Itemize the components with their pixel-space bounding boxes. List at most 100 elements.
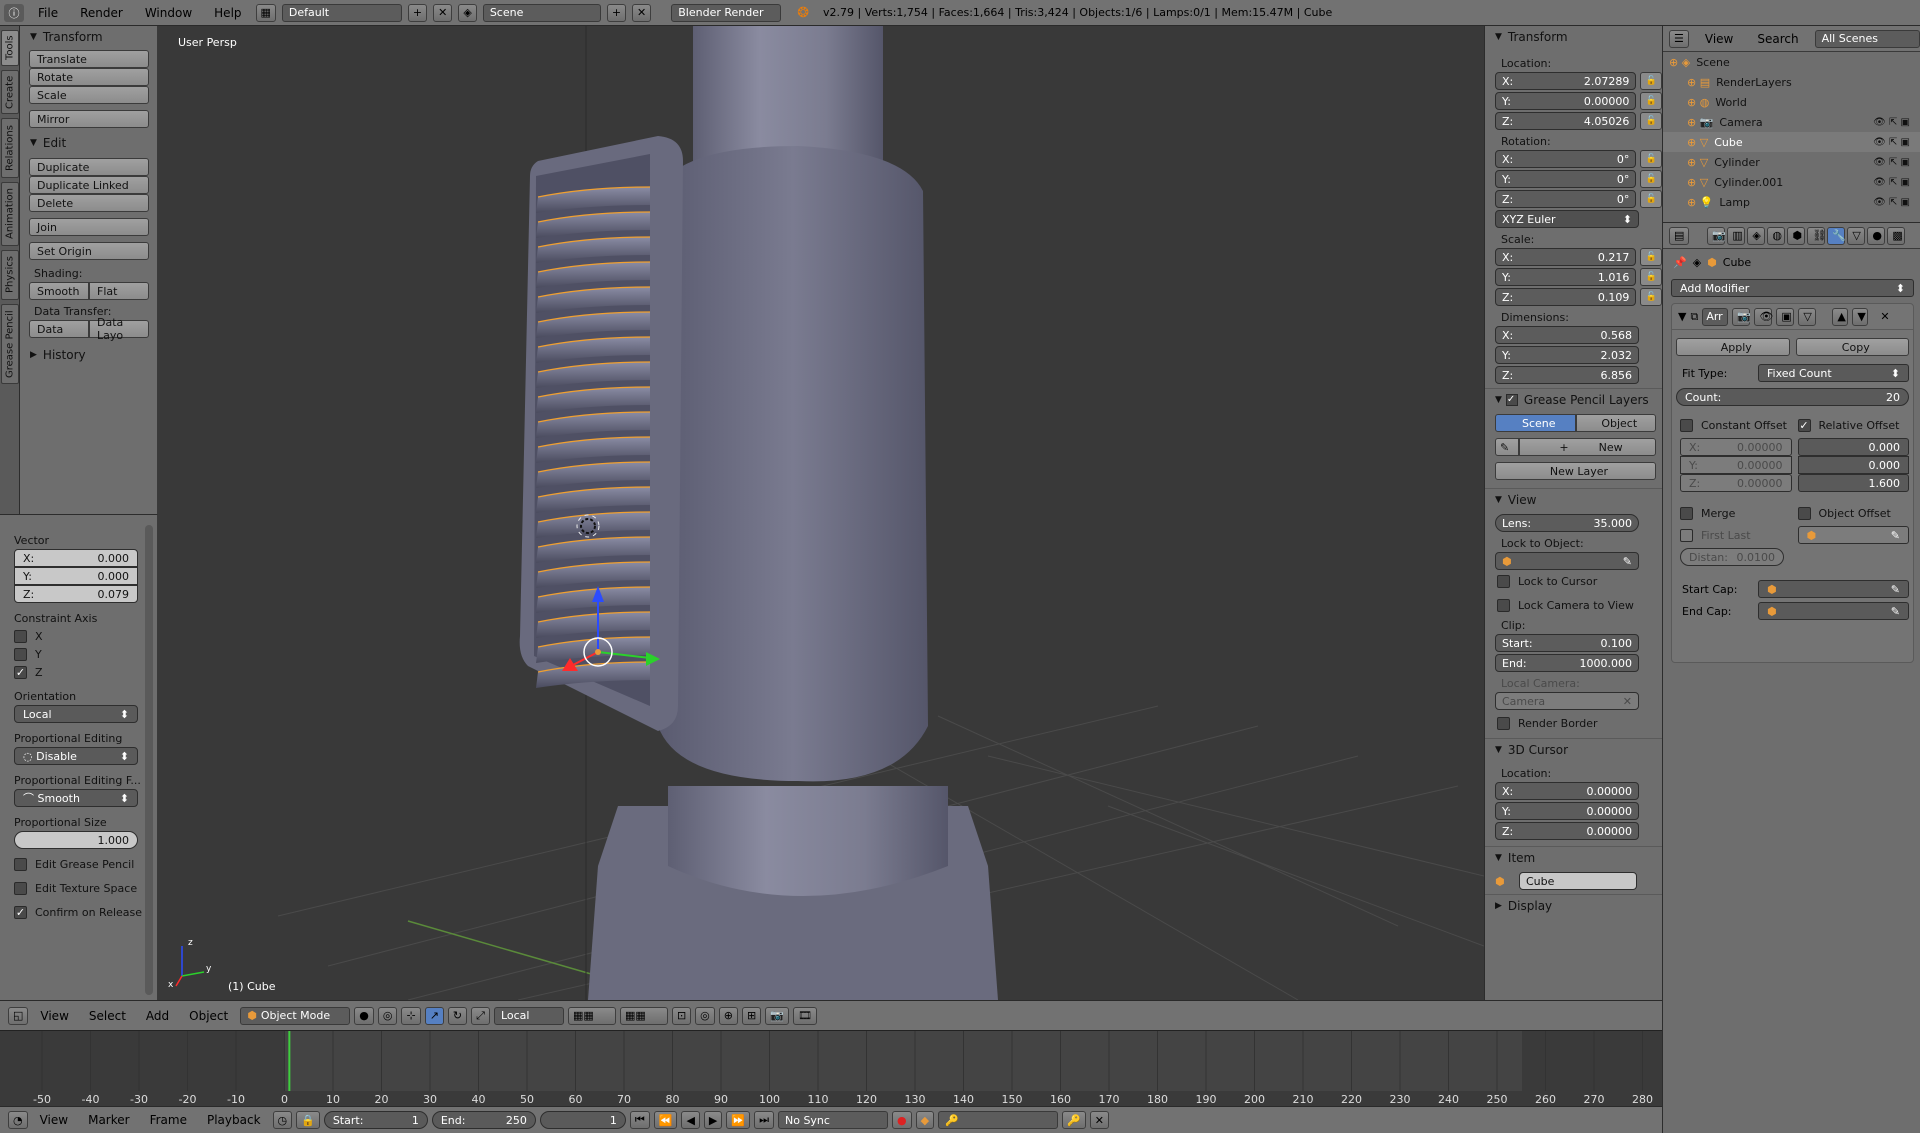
viewport-toggle-icon[interactable]: 👁 xyxy=(1754,307,1773,326)
layers-grid-icon[interactable]: ▦▦ xyxy=(567,1006,616,1025)
rel-offset-y-field[interactable]: 0.000 xyxy=(1797,456,1909,474)
lock-icon[interactable]: 🔓 xyxy=(1640,150,1662,168)
outliner-item[interactable]: ⊕ ◈ Scene xyxy=(1663,52,1920,72)
rel-offset-x-field[interactable]: 0.000 xyxy=(1797,438,1909,456)
pivot-point-icon[interactable]: ◎ xyxy=(377,1006,398,1025)
set-origin-dropdown[interactable]: Set Origin xyxy=(29,242,149,260)
modifier-name-field[interactable]: Arr xyxy=(1702,307,1729,326)
visibility-eye-icon[interactable]: 👁 ⇱ ▣ xyxy=(1873,197,1910,208)
tab-animation[interactable]: Animation xyxy=(1,182,19,246)
confirm-on-release-checkbox[interactable]: ✓ Confirm on Release xyxy=(14,903,149,921)
outliner-item[interactable]: ⊕ 💡 Lamp 👁 ⇱ ▣ xyxy=(1663,192,1920,212)
scene-icon[interactable]: ◈ xyxy=(458,3,477,22)
info-icon[interactable]: ⓘ xyxy=(4,3,24,22)
scale-manipulator-icon[interactable]: ⤢ xyxy=(471,1006,490,1025)
prop-size-field[interactable]: 1.000 xyxy=(14,831,138,849)
insert-key-icon[interactable]: 🔑 xyxy=(1062,1111,1086,1129)
end-cap-field[interactable]: ⬢ ✎ xyxy=(1758,602,1909,620)
play-reverse-icon[interactable]: ◀ xyxy=(681,1111,700,1129)
clip-end-field[interactable]: End: 1000.000 xyxy=(1495,654,1639,672)
visibility-eye-icon[interactable]: 👁 ⇱ ▣ xyxy=(1873,137,1910,148)
lock-layers-icon[interactable]: ⊡ xyxy=(671,1006,692,1025)
cursor-x-field[interactable]: X: 0.00000 xyxy=(1495,782,1639,800)
cage-toggle-icon[interactable]: ▽ xyxy=(1798,307,1817,326)
world-tab-icon[interactable]: ◍ xyxy=(1767,226,1786,245)
const-offset-y-field[interactable]: Y: 0.00000 xyxy=(1680,456,1792,474)
flat-shading-button[interactable]: Flat xyxy=(89,282,149,300)
outliner-item[interactable]: ⊕ ▤ RenderLayers xyxy=(1663,72,1920,92)
lock-icon[interactable]: 🔓 xyxy=(1640,170,1662,188)
snap-icon[interactable]: ⊕ xyxy=(718,1006,738,1025)
tl-view-menu[interactable]: View xyxy=(32,1113,76,1127)
dim-x-field[interactable]: X: 0.568 xyxy=(1495,326,1639,344)
fit-type-dropdown[interactable]: Fixed Count ⬍ xyxy=(1758,364,1909,382)
const-offset-x-field[interactable]: X: 0.00000 xyxy=(1680,438,1792,456)
local-camera-field[interactable]: Camera ✕ xyxy=(1495,692,1639,710)
gp-object-button[interactable]: Object xyxy=(1575,414,1656,432)
sync-mode-dropdown[interactable]: No Sync xyxy=(777,1111,888,1129)
merge-checkbox[interactable]: Merge xyxy=(1680,504,1792,522)
offset-object-field[interactable]: ⬢ ✎ xyxy=(1797,526,1909,544)
constant-offset-checkbox[interactable]: Constant Offset xyxy=(1680,416,1792,434)
editor-type-icon[interactable]: ☰ xyxy=(1669,29,1689,48)
menu-render[interactable]: Render xyxy=(72,6,131,20)
rot-z-field[interactable]: Z: 0° xyxy=(1495,190,1637,208)
transform-panel-header[interactable]: ▼ Transform xyxy=(20,26,157,48)
first-last-checkbox[interactable]: First Last xyxy=(1680,526,1792,544)
add-modifier-dropdown[interactable]: Add Modifier ⬍ xyxy=(1671,279,1914,297)
render-engine-dropdown[interactable]: Blender Render xyxy=(671,3,782,22)
visibility-eye-icon[interactable]: 👁 ⇱ ▣ xyxy=(1873,177,1910,188)
edit-panel-header[interactable]: ▼ Edit xyxy=(20,132,157,154)
scale-z-field[interactable]: Z: 0.109 xyxy=(1495,288,1637,306)
vector-y-field[interactable]: Y: 0.000 xyxy=(14,567,138,585)
outliner-item[interactable]: ⊕ ◍ World xyxy=(1663,92,1920,112)
outliner-item[interactable]: ⊕ ▽ Cylinder 👁 ⇱ ▣ xyxy=(1663,152,1920,172)
scale-button[interactable]: Scale xyxy=(29,86,149,104)
lock-icon[interactable]: 🔓 xyxy=(1640,190,1662,208)
orientation-dropdown[interactable]: Local ⬍ xyxy=(14,705,138,723)
shading-mode-icon[interactable]: ● xyxy=(354,1006,374,1025)
timeline[interactable]: -50 -40 -30 -20 -10 0 10 20 30 40 50 60 70 80 90 100 110… xyxy=(0,1030,1662,1106)
manipulator-toggle-icon[interactable]: ⊹ xyxy=(401,1006,421,1025)
rot-x-field[interactable]: X: 0° xyxy=(1495,150,1637,168)
lock-icon[interactable]: 🔓 xyxy=(1640,112,1662,130)
constraint-x-checkbox[interactable]: X xyxy=(14,627,149,645)
dim-z-field[interactable]: Z: 6.856 xyxy=(1495,366,1639,384)
object-offset-checkbox[interactable]: Object Offset xyxy=(1797,504,1910,522)
editor-type-icon[interactable]: ◔ xyxy=(8,1111,28,1129)
apply-button[interactable]: Apply xyxy=(1676,338,1790,356)
modifier-tab-icon[interactable]: 🔧 xyxy=(1827,226,1846,245)
outliner-item[interactable]: ⊕ 📷 Camera 👁 ⇱ ▣ xyxy=(1663,112,1920,132)
item-header[interactable]: ▼ Item xyxy=(1485,846,1662,868)
outliner-search-menu[interactable]: Search xyxy=(1749,32,1806,46)
remove-modifier-icon[interactable]: ✕ xyxy=(1880,310,1889,323)
visibility-eye-icon[interactable]: 👁 ⇱ ▣ xyxy=(1873,157,1910,168)
translate-manipulator-icon[interactable]: ↗ xyxy=(424,1006,444,1025)
current-frame-field[interactable]: 1 xyxy=(539,1111,626,1129)
edit-grease-pencil-checkbox[interactable]: Edit Grease Pencil xyxy=(14,855,149,873)
lock-cursor-checkbox[interactable]: Lock to Cursor xyxy=(1497,572,1662,590)
proportional-edit-icon[interactable]: ◎ xyxy=(695,1006,715,1025)
prop-edit-dropdown[interactable]: ◌ Disable ⬍ xyxy=(14,747,138,765)
object-tab-icon[interactable]: ⬢ xyxy=(1787,226,1806,245)
lock-icon[interactable]: 🔓 xyxy=(1640,72,1662,90)
constraint-y-checkbox[interactable]: Y xyxy=(14,645,149,663)
merge-distance-field[interactable]: Distan: 0.0100 xyxy=(1680,548,1784,566)
render-border-checkbox[interactable]: Render Border xyxy=(1497,714,1662,732)
lock-range-icon[interactable]: 🔒 xyxy=(296,1111,320,1129)
editor-type-icon[interactable]: ◱ xyxy=(8,1006,29,1025)
3d-viewport[interactable]: User Persp (1) Cube z y x xyxy=(158,26,1484,1000)
mode-dropdown[interactable]: ⬢ Object Mode xyxy=(240,1006,351,1025)
scale-y-field[interactable]: Y: 1.016 xyxy=(1495,268,1637,286)
history-panel-header[interactable]: ▶ History xyxy=(20,344,157,366)
tab-tools[interactable]: Tools xyxy=(1,30,19,66)
jump-key-fwd-icon[interactable]: ⏩ xyxy=(726,1111,751,1129)
item-name-field[interactable]: Cube xyxy=(1519,872,1637,890)
play-icon[interactable]: ▶ xyxy=(703,1111,723,1129)
display-header[interactable]: ▶ Display xyxy=(1485,894,1662,916)
transform-orientation-dropdown[interactable]: Local xyxy=(493,1006,564,1025)
layers-grid-icon-2[interactable]: ▦▦ xyxy=(619,1006,668,1025)
editor-type-icon[interactable]: ▤ xyxy=(1669,226,1690,245)
screen-layout-field[interactable]: Default xyxy=(281,3,402,22)
rotate-manipulator-icon[interactable]: ↻ xyxy=(447,1006,468,1025)
